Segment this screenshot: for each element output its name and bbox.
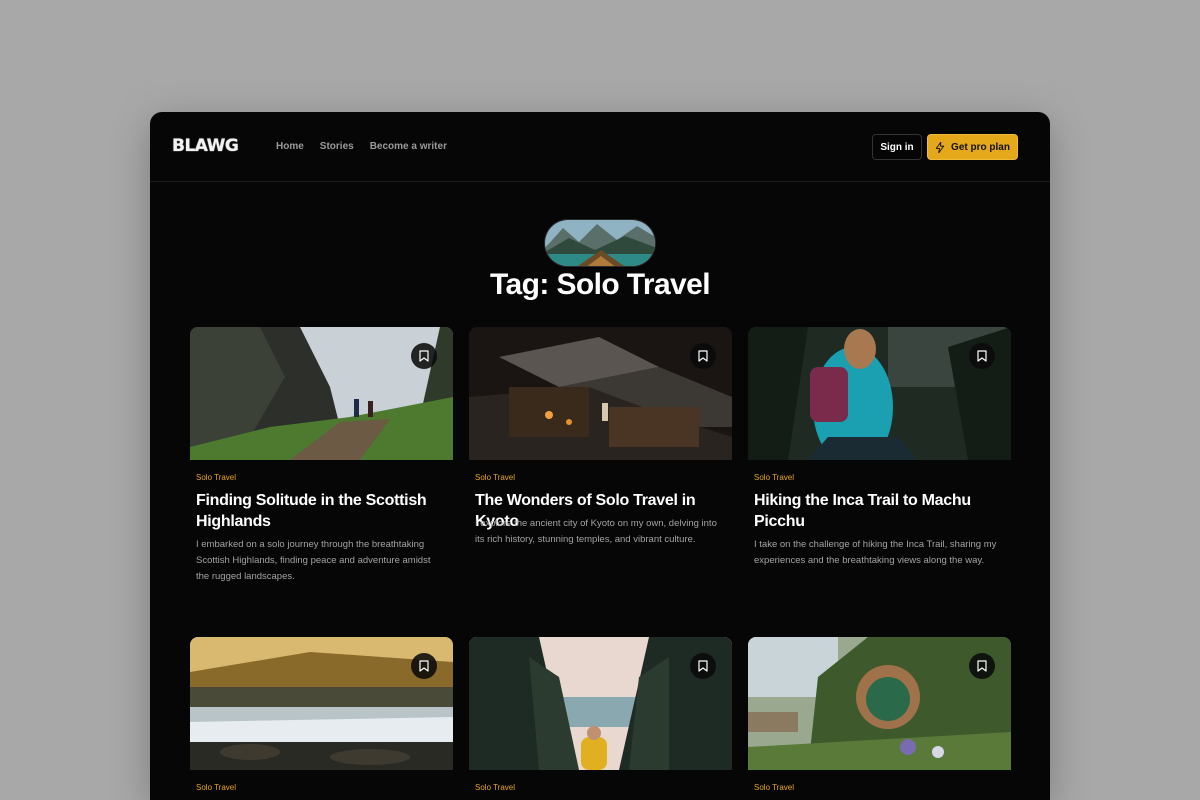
bookmark-button[interactable] xyxy=(690,653,716,679)
post-thumbnail[interactable] xyxy=(469,637,732,770)
post-category[interactable]: Solo Travel xyxy=(475,473,515,482)
post-category[interactable]: Solo Travel xyxy=(754,783,794,792)
post-thumbnail[interactable] xyxy=(748,637,1011,770)
main-nav: Home Stories Become a writer xyxy=(276,141,447,152)
post-excerpt: I embarked on a solo journey through the… xyxy=(196,539,431,582)
lightning-icon xyxy=(935,141,945,153)
pro-label: Get pro plan xyxy=(951,141,1010,153)
post-card[interactable]: Solo Travel xyxy=(748,637,1011,792)
post-card[interactable]: Solo Travel The Wonders of Solo Travel i… xyxy=(469,327,732,545)
bookmark-button[interactable] xyxy=(690,343,716,369)
bookmark-button[interactable] xyxy=(411,343,437,369)
bookmark-button[interactable] xyxy=(969,343,995,369)
post-category[interactable]: Solo Travel xyxy=(196,473,236,482)
bookmark-icon xyxy=(419,350,429,362)
post-category[interactable]: Solo Travel xyxy=(196,783,236,792)
get-pro-plan-button[interactable]: Get pro plan xyxy=(927,134,1018,160)
post-excerpt: I take on the challenge of hiking the In… xyxy=(754,539,997,566)
site-header: BLAWG Home Stories Become a writer Sign … xyxy=(150,112,1050,182)
bookmark-icon xyxy=(419,660,429,672)
bookmark-button[interactable] xyxy=(969,653,995,679)
nav-home[interactable]: Home xyxy=(276,141,304,152)
browser-window: BLAWG Home Stories Become a writer Sign … xyxy=(150,112,1050,800)
nav-stories[interactable]: Stories xyxy=(320,141,354,152)
site-logo[interactable]: BLAWG xyxy=(172,136,239,156)
bookmark-icon xyxy=(698,350,708,362)
bookmark-icon xyxy=(977,350,987,362)
post-title[interactable]: Hiking the Inca Trail to Machu Picchu xyxy=(754,490,1008,532)
post-title[interactable]: Finding Solitude in the Scottish Highlan… xyxy=(196,490,450,532)
bookmark-button[interactable] xyxy=(411,653,437,679)
bookmark-icon xyxy=(977,660,987,672)
post-card[interactable]: Solo Travel xyxy=(469,637,732,792)
post-thumbnail[interactable] xyxy=(190,327,453,460)
post-card[interactable]: Solo Travel Hiking the Inca Trail to Mac… xyxy=(748,327,1011,566)
post-excerpt: I explore the ancient city of Kyoto on m… xyxy=(475,518,717,545)
post-category[interactable]: Solo Travel xyxy=(475,783,515,792)
post-category[interactable]: Solo Travel xyxy=(754,473,794,482)
sign-in-button[interactable]: Sign in xyxy=(872,134,922,160)
post-thumbnail[interactable] xyxy=(469,327,732,460)
post-thumbnail[interactable] xyxy=(748,327,1011,460)
tag-image xyxy=(544,219,656,267)
bookmark-icon xyxy=(698,660,708,672)
post-thumbnail[interactable] xyxy=(190,637,453,770)
page-title: Tag: Solo Travel xyxy=(490,268,711,301)
post-card[interactable]: Solo Travel xyxy=(190,637,453,792)
post-card[interactable]: Solo Travel Finding Solitude in the Scot… xyxy=(190,327,453,582)
nav-become-writer[interactable]: Become a writer xyxy=(370,141,447,152)
